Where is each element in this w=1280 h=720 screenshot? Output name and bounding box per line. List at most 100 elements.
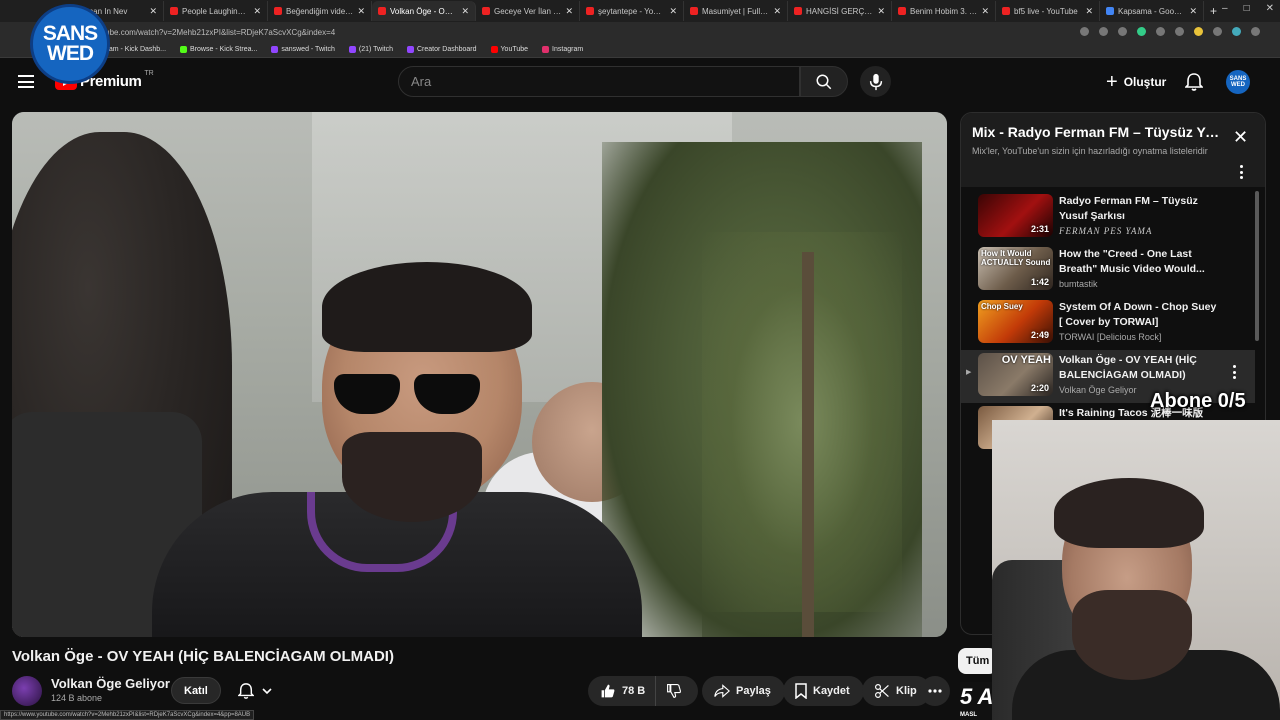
subscription-bell-button[interactable] [226, 677, 284, 704]
tab-close-icon[interactable]: ✕ [253, 6, 261, 17]
tab-label: Benim Hobim 3. Bölüm [910, 6, 977, 16]
bookmark-icon [795, 683, 807, 699]
playlist-item-channel: FERMAN PES YAMA [1059, 226, 1153, 236]
puzzle-icon[interactable] [1213, 27, 1222, 36]
browser-tab[interactable]: Kapsama - Google'da Ara ✕ [1100, 1, 1204, 21]
twitch-icon [348, 46, 356, 53]
dislike-button[interactable] [656, 676, 692, 706]
playlist-item-title: How the "Creed - One Last Breath" Music … [1059, 248, 1205, 275]
share-label: Paylaş [736, 685, 771, 697]
playlist-items: 2:31 Radyo Ferman FM – Tüysüz Yusuf Şarkı… [961, 191, 1255, 456]
scissors-icon [875, 684, 889, 698]
youtube-icon [1002, 7, 1010, 15]
browser-tab[interactable]: şeytantepe - YouTube ✕ [580, 1, 684, 21]
browser-tab[interactable]: Volkan Öge - OV YEAH✕ [372, 1, 476, 21]
playlist-item-title: System Of A Down - Chop Suey [ Cover by … [1059, 301, 1217, 328]
browser-tab[interactable]: Beğendiğim videolar - Yo ✕ [268, 1, 372, 21]
subscriber-goal-overlay: Abone 0/5 [1150, 390, 1246, 412]
more-actions-button[interactable] [920, 676, 950, 706]
tab-close-icon[interactable]: ✕ [981, 6, 989, 17]
search-input[interactable] [411, 74, 787, 89]
bookmark-item[interactable]: Instagram [542, 46, 583, 53]
new-tab-button[interactable]: + [1210, 4, 1217, 18]
account-avatar[interactable]: SANS WED [1226, 70, 1250, 94]
tab-close-icon[interactable]: ✕ [565, 6, 573, 17]
browser-tab[interactable]: Geceye Ver İlan [2026 Yen ✕ [476, 1, 580, 21]
voice-search-button[interactable] [860, 66, 891, 97]
notifications-button[interactable] [1184, 72, 1204, 97]
save-button[interactable]: Kaydet [783, 676, 864, 706]
maximize-button[interactable]: □ [1244, 3, 1250, 14]
extension-icon[interactable] [1137, 27, 1146, 36]
star-icon[interactable] [1118, 27, 1127, 36]
tab-close-icon[interactable]: ✕ [149, 6, 157, 17]
browser-tab[interactable]: Masumiyet | Full Film | Ze ✕ [684, 1, 788, 21]
extension-icon[interactable] [1175, 27, 1184, 36]
tab-close-icon[interactable]: ✕ [461, 6, 469, 17]
tab-close-icon[interactable]: ✕ [877, 6, 885, 17]
search-button[interactable] [800, 66, 848, 97]
duration-badge: 2:49 [1030, 330, 1049, 340]
playlist-thumbnail[interactable]: OV YEAH 2:20 [978, 353, 1053, 396]
playlist-more-icon[interactable] [1237, 165, 1245, 179]
browser-tab[interactable]: Benim Hobim 3. Bölüm ✕ [892, 1, 996, 21]
minimize-button[interactable]: – [1222, 3, 1228, 14]
menu-icon[interactable] [1251, 27, 1260, 36]
bookmark-item[interactable]: Browse - Kick Strea... [180, 46, 257, 53]
webcam-overlay [992, 420, 1280, 720]
thumbs-down-icon [667, 684, 682, 698]
close-window-button[interactable]: ✕ [1266, 3, 1274, 14]
search-box[interactable] [398, 66, 800, 97]
logo-text-line2: WED [47, 42, 94, 65]
cast-icon[interactable] [1099, 27, 1108, 36]
tab-close-icon[interactable]: ✕ [1085, 6, 1093, 17]
tab-close-icon[interactable]: ✕ [357, 6, 365, 17]
playlist-item-channel: bumtastik [1059, 279, 1098, 289]
address-bar[interactable]: youtube.com/watch?v=2Mehb21zxPI&list=RDj… [0, 22, 1280, 42]
profile-icon[interactable] [1232, 27, 1241, 36]
channel-name[interactable]: Volkan Öge Geliyor [51, 676, 170, 691]
playlist-thumbnail[interactable]: Chop Suey 2:49 [978, 300, 1053, 343]
extension-icon[interactable] [1194, 27, 1203, 36]
tab-close-icon[interactable]: ✕ [669, 6, 677, 17]
tab-close-icon[interactable]: ✕ [1189, 6, 1197, 17]
bookmark-item[interactable]: Creator Dashboard [407, 46, 477, 53]
playlist-item[interactable]: Chop Suey 2:49 System Of A Down - Chop Sue… [961, 297, 1255, 350]
playlist-subtitle: Mix'ler, YouTube'un sizin için hazırladı… [972, 146, 1208, 156]
tab-label: Geceye Ver İlan [2026 Yen [494, 6, 561, 16]
url-text[interactable]: youtube.com/watch?v=2Mehb21zxPI&list=RDj… [90, 28, 335, 37]
browser-tab[interactable]: bf5 live - YouTube ✕ [996, 1, 1100, 21]
microphone-icon [869, 73, 882, 90]
share-button[interactable]: Paylaş [702, 676, 785, 706]
like-button[interactable]: 78 B [588, 676, 657, 706]
tab-label: şeytantepe - YouTube [598, 6, 665, 16]
join-button[interactable]: Katıl [171, 677, 221, 704]
search-icon [816, 74, 832, 89]
youtube-icon [482, 7, 490, 15]
browser-tab[interactable]: People Laughing at Serio ✕ [164, 1, 268, 21]
tab-close-icon[interactable]: ✕ [773, 6, 781, 17]
playlist-item-title: Volkan Öge - OV YEAH (HİÇ BALENCİAGAM OL… [1059, 354, 1197, 381]
playlist-item[interactable]: How It Would ACTUALLY Sound 1:42 How the "… [961, 244, 1255, 297]
playlist-thumbnail[interactable]: 2:31 [978, 194, 1053, 237]
bookmark-label: sanswed - Twitch [281, 46, 335, 53]
bookmark-item[interactable]: (21) Twitch [348, 46, 393, 53]
playlist-scrollbar[interactable] [1255, 191, 1259, 341]
menu-icon[interactable] [18, 75, 34, 88]
browser-tab[interactable]: HANGİSİ GERÇEK ESKİ SE✕ [788, 1, 892, 21]
channel-avatar[interactable] [12, 676, 42, 706]
video-player[interactable] [12, 112, 947, 637]
extension-icon[interactable] [1156, 27, 1165, 36]
bookmark-item[interactable]: YouTube [490, 46, 528, 53]
playlist-thumbnail[interactable]: How It Would ACTUALLY Sound 1:42 [978, 247, 1053, 290]
bell-icon [238, 682, 254, 699]
close-icon[interactable]: ✕ [1233, 127, 1248, 148]
playlist-title[interactable]: Mix - Radyo Ferman FM – Tüysüz Yusuf Şar… [972, 124, 1222, 140]
create-button[interactable]: + Oluştur [1098, 70, 1174, 94]
item-more-icon[interactable] [1231, 365, 1237, 379]
kick-icon [180, 46, 188, 53]
playlist-item[interactable]: 2:31 Radyo Ferman FM – Tüysüz Yusuf Şarkı… [961, 191, 1255, 244]
zoom-icon[interactable] [1080, 27, 1089, 36]
like-dislike-group: 78 B [588, 676, 698, 706]
bookmark-item[interactable]: sanswed - Twitch [271, 46, 335, 53]
